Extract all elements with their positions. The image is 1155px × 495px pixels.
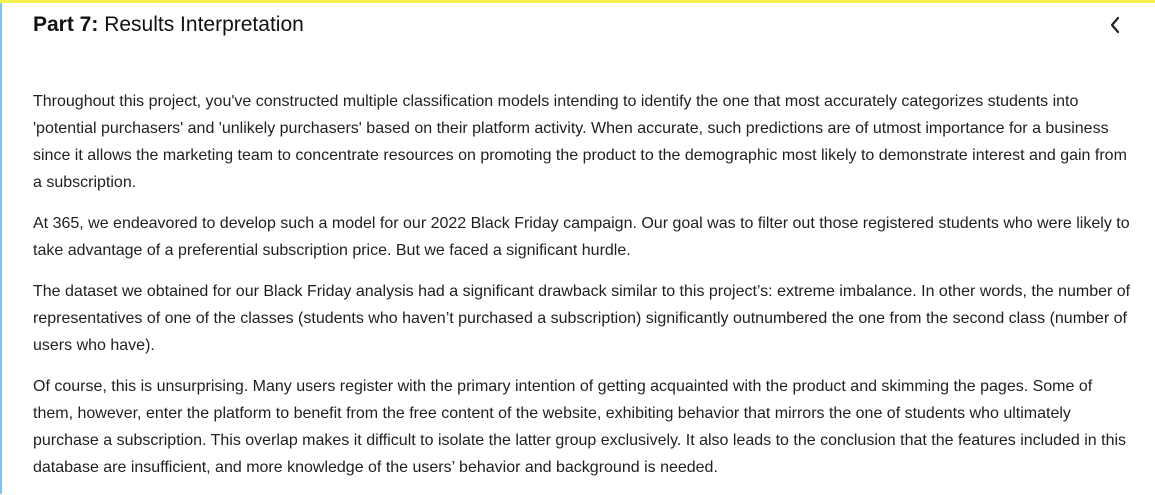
- section-title-prefix: Part 7:: [33, 13, 99, 36]
- section-header: Part 7: Results Interpretation: [33, 11, 1127, 39]
- section-content: Throughout this project, you've construc…: [33, 88, 1135, 495]
- collapse-button[interactable]: [1103, 13, 1127, 37]
- section-panel: Part 7: Results Interpretation Throughou…: [0, 3, 1155, 494]
- section-title: Part 7: Results Interpretation: [33, 11, 304, 39]
- section-title-text: Results Interpretation: [104, 13, 304, 36]
- chevron-left-icon: [1110, 16, 1120, 34]
- paragraph-1: Throughout this project, you've construc…: [33, 93, 1127, 191]
- paragraph-3: The dataset we obtained for our Black Fr…: [33, 283, 1131, 354]
- paragraph-2: At 365, we endeavored to develop such a …: [33, 215, 1130, 259]
- paragraph-4: Of course, this is unsurprising. Many us…: [33, 378, 1127, 476]
